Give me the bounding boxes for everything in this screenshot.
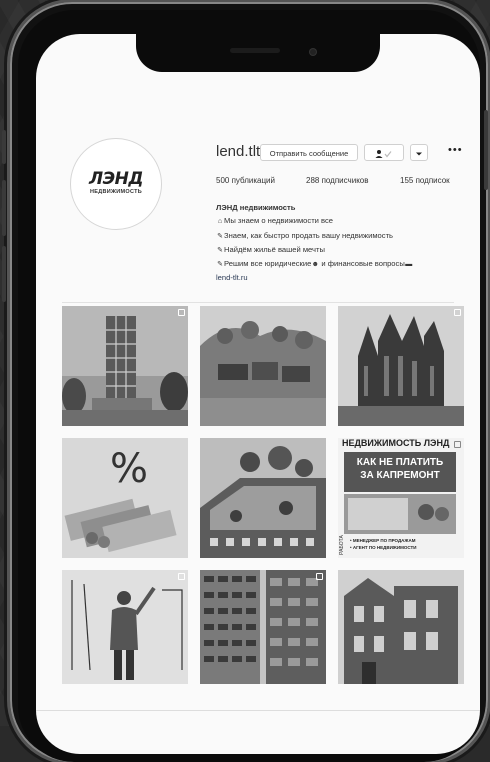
bio-line: ✎Найдём жильё вашей мечты (216, 243, 478, 257)
post-hillside-houses[interactable] (200, 306, 326, 426)
money-icon: ▬ (405, 261, 413, 269)
bio-line: ✎Знаем, как быстро продать вашу недвижим… (216, 229, 478, 243)
phone-side-button (2, 180, 6, 236)
profile-header: ЛЭНД НЕДВИЖИМОСТЬ lend.tlt Отправить соо… (36, 126, 480, 302)
speaker-grille (230, 48, 280, 53)
post-brick-house[interactable] (338, 570, 464, 684)
bio-name: ЛЭНД недвижимость (216, 203, 296, 212)
bio-line-text: Знаем, как быстро продать вашу недвижимо… (224, 230, 393, 240)
multiple-photos-icon (316, 573, 323, 580)
newspaper-headline-box: КАК НЕ ПЛАТИТЬ ЗА КАПРЕМОНТ (344, 452, 456, 492)
multiple-photos-icon (454, 309, 461, 316)
newspaper-headline-2: ЗА КАПРЕМОНТ (360, 470, 440, 481)
post-high-rise[interactable] (200, 570, 326, 684)
multiple-photos-icon (178, 309, 185, 316)
phone-side-button (484, 110, 488, 190)
bio-line-text: Решим все юридические (224, 259, 312, 269)
phone-side-button (2, 246, 6, 302)
svg-text:%: % (110, 446, 148, 492)
post-cathedral[interactable] (338, 306, 464, 426)
newspaper-headline-1: КАК НЕ ПЛАТИТЬ (356, 457, 444, 468)
newspaper-header: НЕДВИЖИМОСТЬ ЛЭНД (342, 438, 450, 448)
front-camera-icon (310, 49, 316, 55)
profile-bio: ЛЭНД недвижимость ⌂ Мы знаем о недвижимос… (216, 201, 478, 285)
post-tower-building[interactable] (62, 306, 188, 426)
person-check-icon (375, 150, 392, 159)
post-courtyard-render[interactable] (200, 438, 326, 558)
bio-line-text: Найдём жильё вашей мечты (224, 244, 325, 254)
newspaper-ad-1: • МЕНЕДЖЕР ПО ПРОДАЖАМ (350, 538, 416, 543)
bio-line: ✎Решим все юридические☻ и финансовые воп… (216, 257, 478, 271)
bio-line: ⌂ Мы знаем о недвижимости все (216, 214, 478, 228)
follow-status-button[interactable] (364, 144, 404, 161)
post-newspaper[interactable]: НЕДВИЖИМОСТЬ ЛЭНД КАК НЕ ПЛАТИТЬ ЗА КАПР… (338, 438, 464, 558)
chevron-down-icon (416, 152, 422, 156)
multiple-photos-icon (454, 441, 461, 448)
newspaper-ad-2: • АГЕНТ ПО НЕДВИЖИМОСТИ (350, 545, 417, 550)
pin-icon: ✎ (217, 246, 223, 254)
more-horizontal-icon[interactable]: ••• (448, 144, 463, 156)
pin-icon: ✎ (217, 232, 223, 240)
post-percent-money[interactable]: % (62, 438, 188, 558)
followers-count[interactable]: 288 подписчиков (306, 176, 368, 185)
username: lend.tlt (216, 143, 261, 160)
message-button[interactable]: Отправить сообщение (260, 144, 358, 161)
bio-line-text: Мы знаем о недвижимости все (224, 216, 333, 226)
post-office-woman[interactable] (62, 570, 188, 684)
following-count[interactable]: 155 подписок (400, 176, 450, 185)
newspaper-side-label: РАБОТА (338, 535, 345, 555)
logo-text: ЛЭНД (89, 169, 143, 189)
bio-line-text: и финансовые вопросы (319, 259, 405, 269)
pin-icon: ✎ (217, 261, 223, 269)
website-link[interactable]: lend-tlt.ru (216, 271, 478, 284)
phone-notch (136, 34, 380, 72)
multiple-photos-icon (178, 573, 185, 580)
phone-screen: ЛЭНД НЕДВИЖИМОСТЬ lend.tlt Отправить соо… (36, 34, 480, 754)
house-icon: ⌂ (217, 218, 223, 226)
posts-count: 500 публикаций (216, 176, 275, 185)
divider (62, 302, 454, 303)
options-dropdown-button[interactable] (410, 144, 428, 161)
logo-subtext: НЕДВИЖИМОСТЬ (89, 189, 142, 195)
divider (36, 710, 480, 711)
phone-side-button (2, 130, 6, 164)
avatar[interactable]: ЛЭНД НЕДВИЖИМОСТЬ (70, 138, 162, 230)
